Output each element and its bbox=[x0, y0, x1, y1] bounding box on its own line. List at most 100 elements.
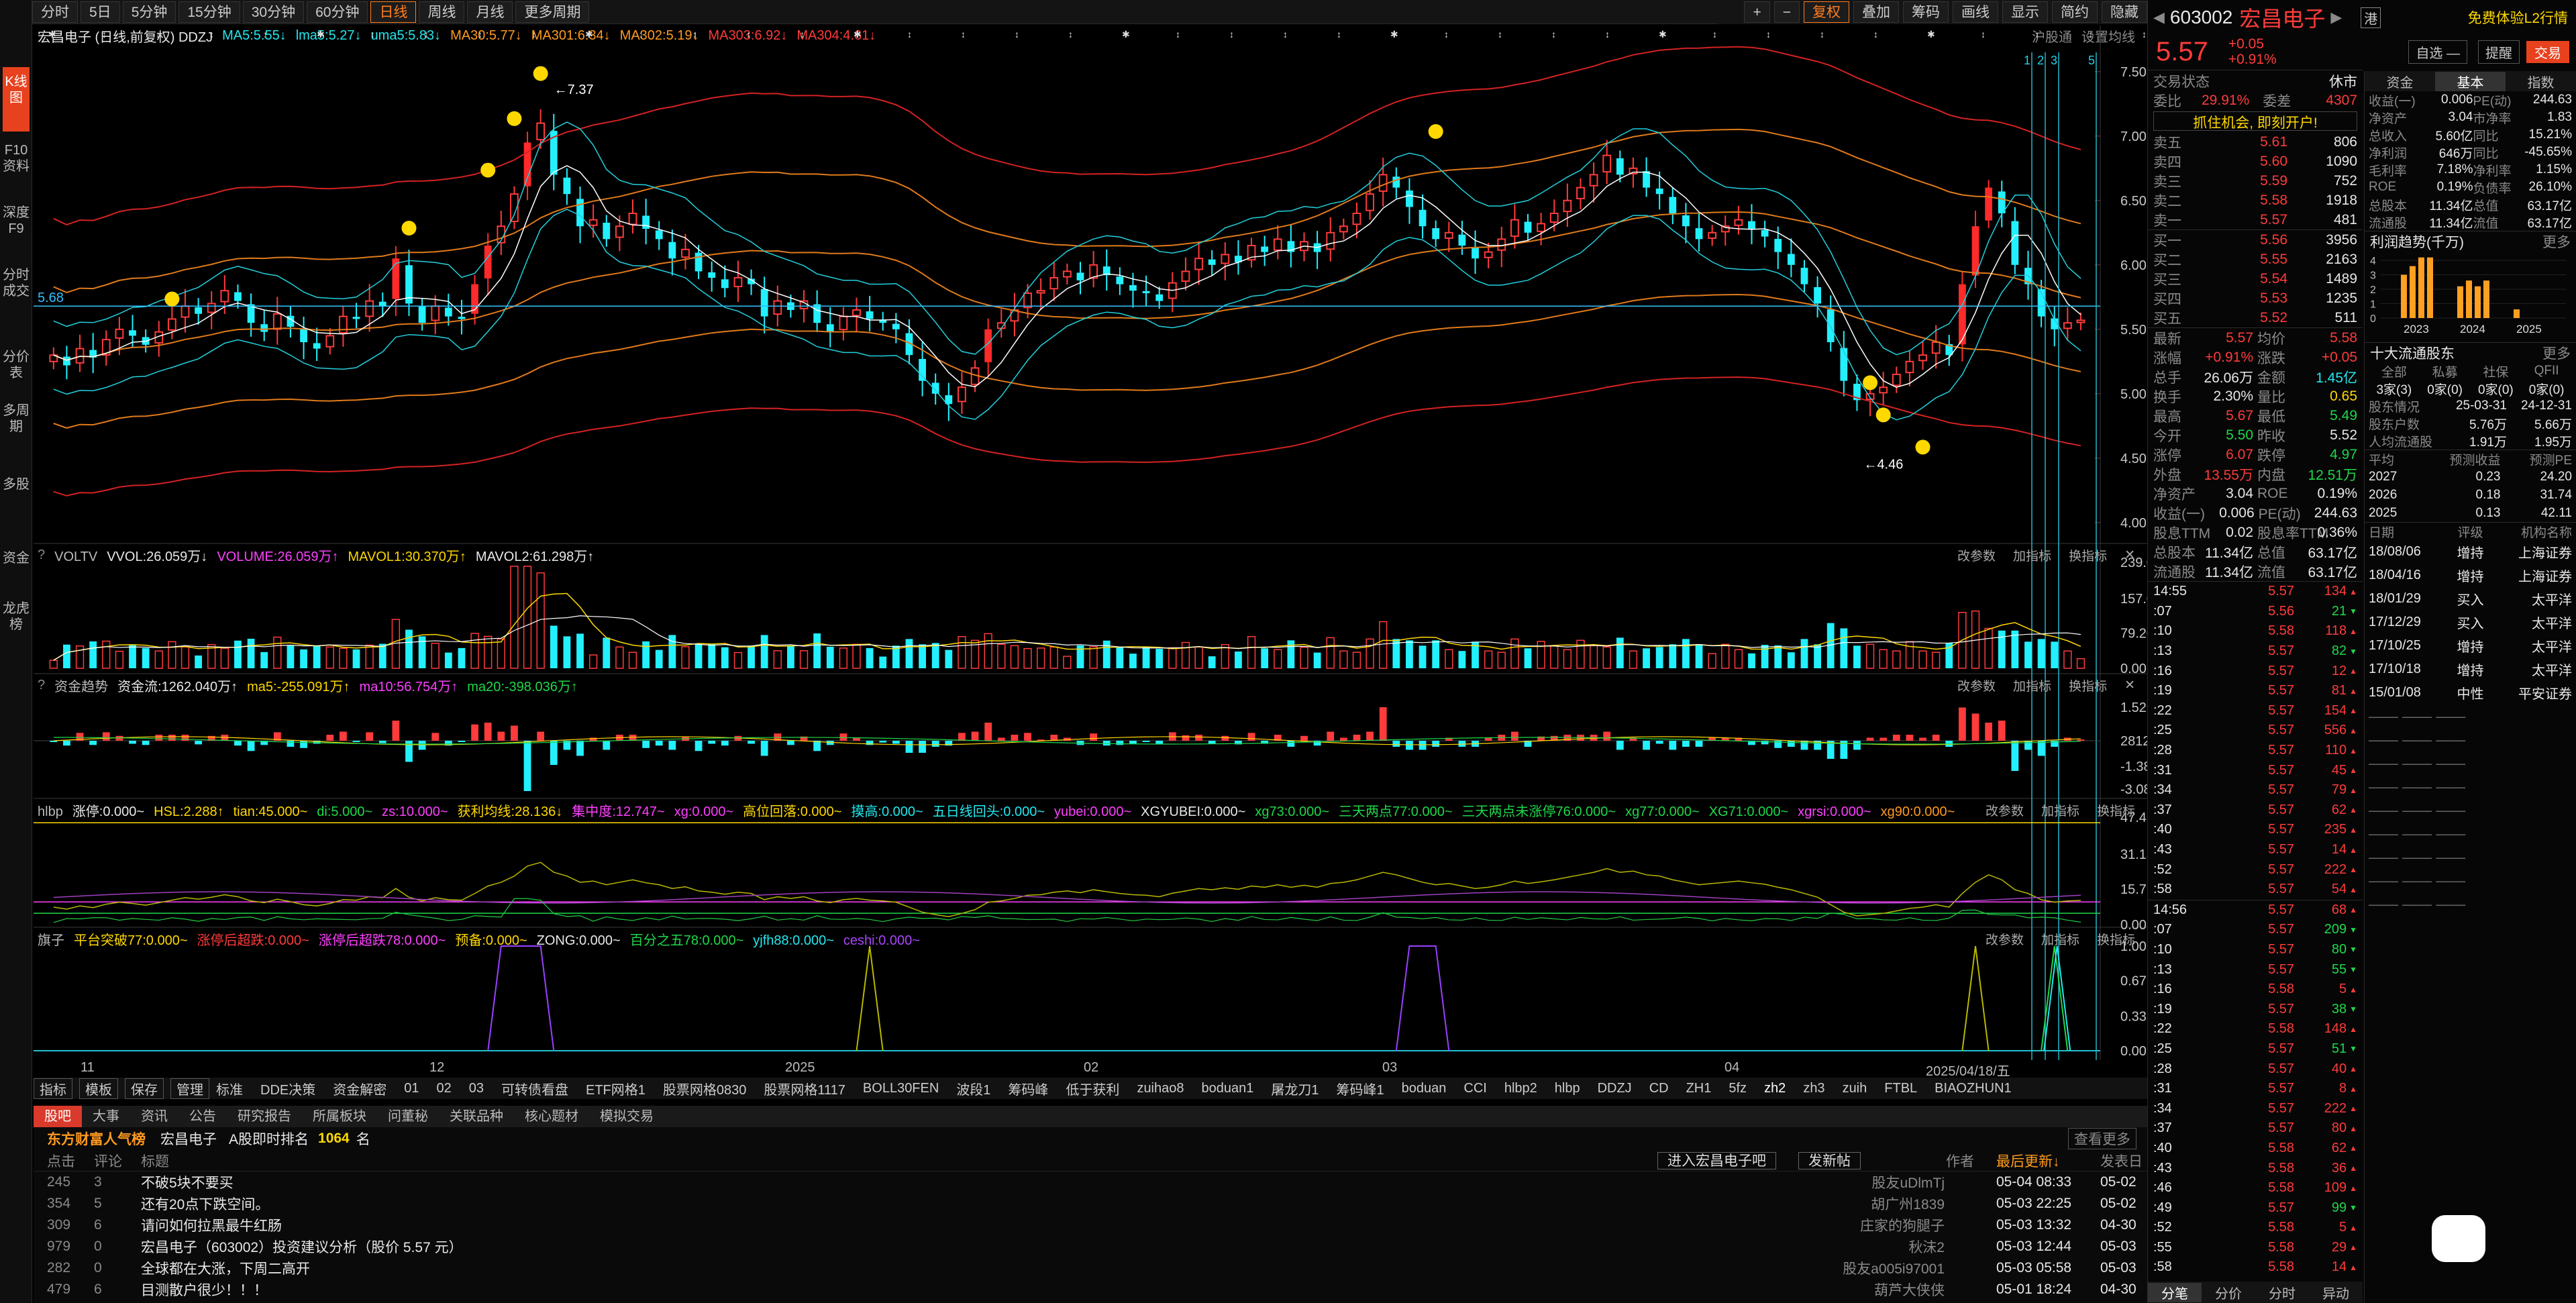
fund-change-param[interactable]: 改参数 bbox=[1957, 676, 1996, 694]
indicator-tab[interactable]: 屠龙刀1 bbox=[1271, 1079, 1319, 1098]
overlay-button[interactable]: 叠加 bbox=[1853, 1, 1899, 23]
tab-f10[interactable]: F10资料 bbox=[3, 142, 30, 199]
indicator-tab[interactable]: 资金解密 bbox=[333, 1079, 387, 1098]
display-button[interactable]: 显示 bbox=[2002, 1, 2048, 23]
indicator-tab[interactable]: hlbp bbox=[1555, 1081, 1580, 1096]
flag-change-param[interactable]: 改参数 bbox=[1986, 930, 2024, 948]
indicator-tab[interactable]: CD bbox=[1649, 1081, 1669, 1096]
fund-tab[interactable]: 基本 bbox=[2435, 71, 2506, 91]
news-row[interactable]: 354 5 还有20点下跌空间。 胡广州1839 05-03 22:25 05-02 bbox=[34, 1193, 2147, 1214]
trade-button[interactable]: 交易 bbox=[2526, 40, 2569, 63]
period-weekly[interactable]: 周线 bbox=[419, 1, 465, 23]
book-level[interactable]: 买一 5.56 3956 bbox=[2148, 230, 2363, 250]
tick-tab[interactable]: 分时 bbox=[2255, 1283, 2309, 1302]
news-row[interactable]: 979 0 宏昌电子（603002）投资建议分析（股价 5.57 元） 秋沫2 05-0… bbox=[34, 1236, 2147, 1257]
indicator-tab[interactable]: zh2 bbox=[1764, 1081, 1786, 1096]
hlbp-swap-indicator[interactable]: 换指标 bbox=[2097, 801, 2135, 819]
book-level[interactable]: 卖二 5.58 1918 bbox=[2148, 191, 2363, 210]
holders-more-link[interactable]: 更多 bbox=[2542, 343, 2571, 363]
indicator-tab[interactable]: BIAOZHUN1 bbox=[1935, 1081, 2011, 1096]
book-level[interactable]: 买五 5.52 511 bbox=[2148, 308, 2363, 327]
news-row[interactable]: 479 6 目测散户很少！！！ 葫芦大侠侠 05-01 18:24 04-30 bbox=[34, 1279, 2147, 1300]
indicator-tab[interactable]: 可转债看盘 bbox=[501, 1079, 568, 1098]
profit-more-link[interactable]: 更多 bbox=[2542, 231, 2571, 252]
book-level[interactable]: 买四 5.53 1235 bbox=[2148, 289, 2363, 308]
news-title[interactable]: 还有20点下跌空间。 bbox=[141, 1194, 269, 1214]
fund-tab[interactable]: 资金 bbox=[2365, 72, 2435, 91]
draw-button[interactable]: 画线 bbox=[1953, 1, 1998, 23]
adjust-button[interactable]: 复权 bbox=[1804, 1, 1849, 23]
indicator-tab[interactable]: 管理 bbox=[170, 1078, 209, 1099]
period-monthly[interactable]: 月线 bbox=[467, 1, 513, 23]
indicator-tab[interactable]: hlbp2 bbox=[1504, 1081, 1537, 1096]
book-level[interactable]: 卖一 5.57 481 bbox=[2148, 210, 2363, 229]
news-author[interactable]: 股友a005i97001 bbox=[1843, 1258, 1945, 1278]
indicator-tab[interactable]: 低于获利 bbox=[1066, 1079, 1119, 1098]
indicator-tab[interactable]: 01 bbox=[404, 1081, 419, 1096]
assistant-mascot-icon[interactable] bbox=[2432, 1215, 2485, 1262]
period-5min[interactable]: 5分钟 bbox=[122, 1, 176, 23]
period-timeshare[interactable]: 分时 bbox=[32, 1, 78, 23]
hlbp-change-param[interactable]: 改参数 bbox=[1986, 801, 2024, 819]
news-title[interactable]: 不破5块不要买 bbox=[141, 1172, 234, 1192]
flag-swap-indicator[interactable]: 换指标 bbox=[2097, 930, 2135, 948]
news-row[interactable]: 309 6 请问如何拉黑最牛红肠 庄家的狗腿子 05-03 13:32 04-30 bbox=[34, 1214, 2147, 1236]
next-stock-icon[interactable]: ▶ bbox=[2330, 9, 2342, 26]
book-level[interactable]: 卖五 5.61 806 bbox=[2148, 132, 2363, 152]
tick-tab[interactable]: 分价 bbox=[2202, 1283, 2255, 1302]
indicator-tab[interactable]: DDZJ bbox=[1598, 1081, 1632, 1096]
news-title[interactable]: 请问如何拉黑最牛红肠 bbox=[141, 1215, 282, 1235]
indicator-tab[interactable]: ZH1 bbox=[1686, 1081, 1712, 1096]
news-author[interactable]: 庄家的狗腿子 bbox=[1860, 1215, 1945, 1235]
news-tab[interactable]: 股吧 bbox=[34, 1106, 82, 1127]
prev-stock-icon[interactable]: ◀ bbox=[2153, 9, 2165, 26]
news-title[interactable]: 目测散户很少！！！ bbox=[141, 1280, 268, 1300]
tab-price-table[interactable]: 分价表 bbox=[3, 349, 30, 396]
news-tab[interactable]: 模拟交易 bbox=[589, 1106, 664, 1127]
vol-swap-indicator[interactable]: 换指标 bbox=[2069, 546, 2107, 564]
vol-change-param[interactable]: 改参数 bbox=[1957, 546, 1996, 564]
tab-kline[interactable]: K线图 bbox=[3, 67, 30, 132]
book-level[interactable]: 买三 5.54 1489 bbox=[2148, 269, 2363, 289]
enter-bar-button[interactable]: 进入宏昌电子吧 bbox=[1657, 1151, 1776, 1169]
view-more-button[interactable]: 查看更多 bbox=[2068, 1128, 2136, 1149]
indicator-tab[interactable]: zuihao8 bbox=[1137, 1081, 1184, 1096]
alert-button[interactable]: 提醒 bbox=[2478, 40, 2520, 64]
tick-tab[interactable]: 分笔 bbox=[2148, 1282, 2202, 1302]
hk-badge[interactable]: 港 bbox=[2361, 7, 2381, 28]
book-level[interactable]: 买二 5.55 2163 bbox=[2148, 250, 2363, 269]
indicator-tab[interactable]: 指标 bbox=[34, 1078, 72, 1099]
hide-button[interactable]: 隐藏 bbox=[2102, 1, 2147, 23]
news-tab[interactable]: 问董秘 bbox=[377, 1106, 439, 1127]
indicator-tab[interactable]: FTBL bbox=[1884, 1081, 1917, 1096]
indicator-tab[interactable]: 02 bbox=[436, 1081, 451, 1096]
indicator-tab[interactable]: 保存 bbox=[125, 1078, 164, 1099]
period-daily[interactable]: 日线 bbox=[370, 1, 417, 23]
indicator-tab[interactable]: DDE决策 bbox=[260, 1079, 315, 1098]
vol-add-indicator[interactable]: 加指标 bbox=[2013, 546, 2051, 564]
tab-tick-trades[interactable]: 分时成交 bbox=[3, 267, 30, 331]
news-row[interactable]: 282 0 全球都在大涨，下周二高开 股友a005i97001 05-03 05:58 0… bbox=[34, 1257, 2147, 1279]
col-author[interactable]: 作者 bbox=[1946, 1151, 1974, 1171]
period-more[interactable]: 更多周期 bbox=[515, 1, 590, 23]
zoom-in-button[interactable]: + bbox=[1744, 1, 1770, 23]
simple-button[interactable]: 简约 bbox=[2052, 1, 2098, 23]
period-5day[interactable]: 5日 bbox=[81, 1, 120, 23]
col-updated[interactable]: 最后更新↓ bbox=[1996, 1151, 2060, 1171]
kline-chart-area[interactable]: 7.50 7.00 6.50 6.00 5.50 5.00 4.50 4.00 ✱ ↕ ↕ ↕ ↕ ✱ ↕ ↕… bbox=[34, 25, 2147, 1060]
chips-button[interactable]: 筹码 bbox=[1903, 1, 1949, 23]
col-title[interactable]: 标题 bbox=[141, 1151, 1684, 1171]
hlbp-add-indicator[interactable]: 加指标 bbox=[2041, 801, 2079, 819]
indicator-tab[interactable]: 筹码峰1 bbox=[1337, 1079, 1384, 1098]
tab-dragon-tiger[interactable]: 龙虎榜 bbox=[3, 601, 30, 657]
news-title[interactable]: 宏昌电子（603002）投资建议分析（股价 5.57 元） bbox=[141, 1237, 463, 1257]
news-author[interactable]: 葫芦大侠侠 bbox=[1874, 1280, 1945, 1300]
news-tab[interactable]: 研究报告 bbox=[227, 1106, 302, 1127]
book-level[interactable]: 卖三 5.59 752 bbox=[2148, 171, 2363, 191]
news-author[interactable]: 秋沫2 bbox=[1908, 1237, 1945, 1257]
watchlist-button[interactable]: 自选 — bbox=[2408, 40, 2467, 64]
tab-capital[interactable]: 资金 bbox=[3, 550, 30, 590]
period-15min[interactable]: 15分钟 bbox=[178, 1, 240, 23]
indicator-tab[interactable]: 03 bbox=[469, 1081, 484, 1096]
indicator-tab[interactable]: zh3 bbox=[1803, 1081, 1824, 1096]
